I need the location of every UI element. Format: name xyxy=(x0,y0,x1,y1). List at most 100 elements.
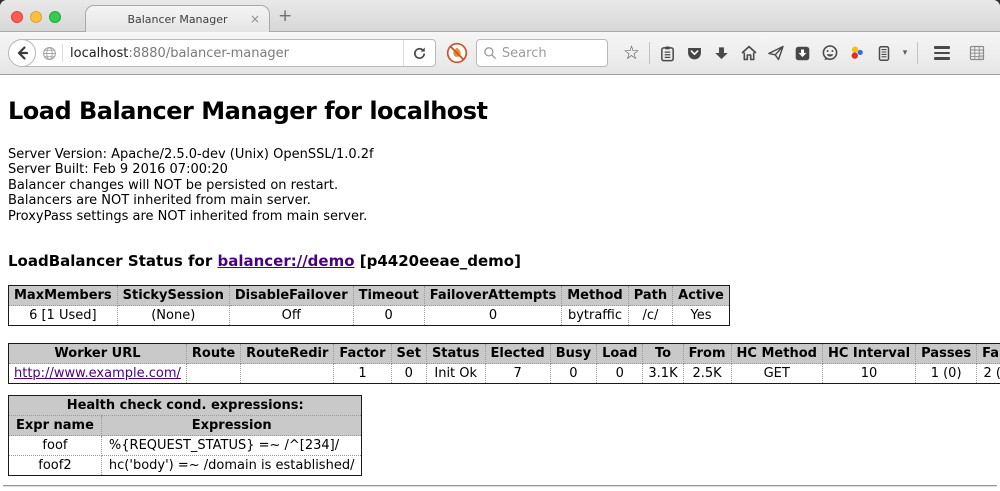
clipboard-icon xyxy=(659,45,676,62)
col-passes: Passes xyxy=(916,344,977,364)
table-header-row: MaxMembers StickySession DisableFailover… xyxy=(9,286,730,306)
close-window-button[interactable] xyxy=(11,11,23,23)
search-icon xyxy=(483,46,497,60)
proxypass-inherit-line: ProxyPass settings are NOT inherited fro… xyxy=(8,209,992,224)
cell-hc-method: GET xyxy=(731,364,822,384)
reload-button[interactable] xyxy=(403,40,435,66)
col-method: Method xyxy=(562,286,628,306)
cell-from: 2.5K xyxy=(683,364,731,384)
toolbar-divider xyxy=(649,42,650,64)
battery-button[interactable] xyxy=(870,39,897,67)
col-load: Load xyxy=(597,344,643,364)
cell-fails: 2 (0) xyxy=(977,364,1000,384)
cell-route xyxy=(186,364,240,384)
table-title-row: Health check cond. expressions: xyxy=(9,396,362,416)
url-path: :8880/balancer-manager xyxy=(128,46,289,61)
search-input[interactable] xyxy=(502,46,601,61)
chat-smiley-button[interactable] xyxy=(816,39,843,67)
new-tab-button[interactable]: + xyxy=(278,6,292,26)
col-failoverattempts: FailoverAttempts xyxy=(424,286,562,306)
table-header-row: Expr name Expression xyxy=(9,416,362,436)
cell-factor: 1 xyxy=(334,364,391,384)
cell-to: 3.1K xyxy=(643,364,683,384)
col-from: From xyxy=(683,344,731,364)
cell-busy: 0 xyxy=(550,364,596,384)
smiley-icon xyxy=(821,44,839,62)
worker-url-link[interactable]: http://www.example.com/ xyxy=(14,366,181,381)
col-hc-method: HC Method xyxy=(731,344,822,364)
cell-expr-name: foof xyxy=(9,436,102,456)
search-bar[interactable] xyxy=(476,39,608,67)
server-built-line: Server Built: Feb 9 2016 07:00:20 xyxy=(8,162,992,177)
downloads-button[interactable] xyxy=(708,39,735,67)
col-hc-interval: HC Interval xyxy=(822,344,915,364)
col-disablefailover: DisableFailover xyxy=(229,286,353,306)
col-busy: Busy xyxy=(550,344,596,364)
cell-set: 0 xyxy=(391,364,426,384)
minimize-window-button[interactable] xyxy=(30,11,42,23)
balancer-settings-table: MaxMembers StickySession DisableFailover… xyxy=(8,285,730,326)
col-fails: Fails xyxy=(977,344,1000,364)
bookmark-star-button[interactable]: ☆ xyxy=(618,39,645,67)
col-route: Route xyxy=(186,344,240,364)
col-worker-url: Worker URL xyxy=(9,344,187,364)
cell-expression: hc('body') =~ /domain is established/ xyxy=(101,456,362,476)
pocket-button[interactable] xyxy=(681,39,708,67)
cell-routeredir xyxy=(241,364,334,384)
tab-title: Balancer Manager xyxy=(127,13,227,26)
hamburger-icon xyxy=(934,46,950,60)
home-icon xyxy=(740,44,758,62)
balancer-demo-link[interactable]: balancer://demo xyxy=(217,252,354,270)
server-info: Server Version: Apache/2.5.0-dev (Unix) … xyxy=(8,147,992,224)
col-expr-name: Expr name xyxy=(9,416,102,436)
addon-download-button[interactable] xyxy=(789,39,816,67)
extension-dots-button[interactable] xyxy=(843,39,870,67)
home-button[interactable] xyxy=(735,39,762,67)
window-controls xyxy=(11,11,61,23)
col-elected: Elected xyxy=(485,344,550,364)
page-grid-button[interactable] xyxy=(963,39,990,67)
cell-method: bytraffic xyxy=(562,306,628,326)
cell-load: 0 xyxy=(597,364,643,384)
zoom-window-button[interactable] xyxy=(49,11,61,23)
cell-hc-interval: 10 xyxy=(822,364,915,384)
cell-disablefailover: Off xyxy=(229,306,353,326)
close-tab-icon[interactable]: × xyxy=(250,12,260,26)
table-header-row: Worker URL Route RouteRedir Factor Set S… xyxy=(9,344,1000,364)
battery-icon xyxy=(876,44,892,62)
cell-expression: %{REQUEST_STATUS} =~ /^[234]/ xyxy=(101,436,362,456)
urlbar-divider xyxy=(62,44,63,62)
col-set: Set xyxy=(391,344,426,364)
url-input[interactable]: localhost:8880/balancer-manager xyxy=(21,39,436,67)
page-grid-icon xyxy=(968,44,986,62)
back-button[interactable] xyxy=(8,39,36,67)
health-row: foof %{REQUEST_STATUS} =~ /^[234]/ xyxy=(9,436,362,456)
table-row: 6 [1 Used] (None) Off 0 0 bytraffic /c/ … xyxy=(9,306,730,326)
overflow-button[interactable]: ▾ xyxy=(897,39,913,67)
col-stickysession: StickySession xyxy=(117,286,229,306)
reading-list-button[interactable] xyxy=(654,39,681,67)
back-arrow-icon xyxy=(14,45,30,61)
url-text: localhost:8880/balancer-manager xyxy=(70,46,403,61)
toolbar-divider xyxy=(917,42,918,64)
cell-passes: 1 (0) xyxy=(916,364,977,384)
col-timeout: Timeout xyxy=(353,286,424,306)
loadbalancer-status-heading: LoadBalancer Status for balancer://demo … xyxy=(8,252,992,270)
col-active: Active xyxy=(673,286,730,306)
send-button[interactable] xyxy=(762,39,789,67)
bookmark-star-icon: ☆ xyxy=(623,43,640,63)
cell-worker-url: http://www.example.com/ xyxy=(9,364,187,384)
page-content: Load Balancer Manager for localhost Serv… xyxy=(0,75,1000,491)
col-path: Path xyxy=(628,286,672,306)
status-heading-suffix: [p4420eeae_demo] xyxy=(355,252,521,270)
menu-button[interactable] xyxy=(928,39,955,67)
tab-balancer-manager[interactable]: Balancer Manager × xyxy=(85,5,270,32)
square-download-icon xyxy=(794,45,811,62)
cell-failoverattempts: 0 xyxy=(424,306,562,326)
col-routeredir: RouteRedir xyxy=(241,344,334,364)
browser-window: Balancer Manager × + localhost:8880/bala… xyxy=(0,0,1000,491)
col-status: Status xyxy=(426,344,485,364)
persist-warning-line: Balancer changes will NOT be persisted o… xyxy=(8,178,992,193)
cell-timeout: 0 xyxy=(353,306,424,326)
flash-block-button[interactable] xyxy=(444,39,470,67)
